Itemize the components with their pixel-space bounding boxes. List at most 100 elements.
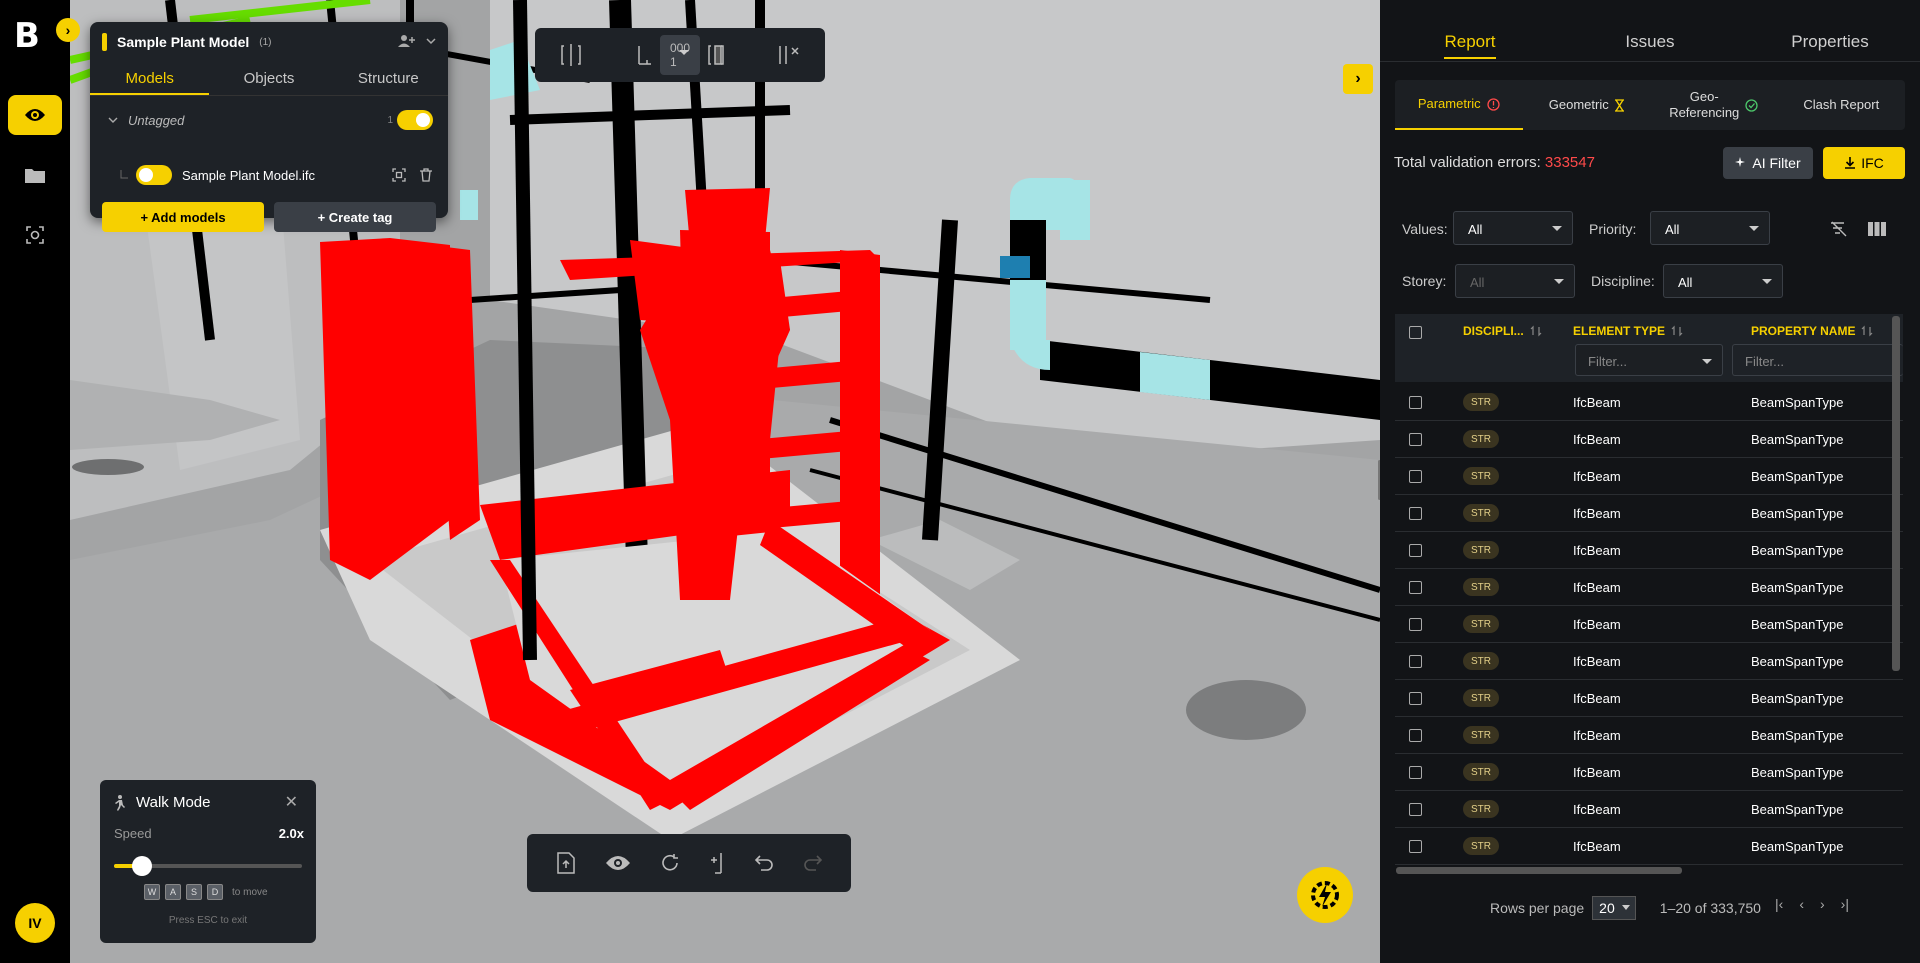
priority-filter-select[interactable]: All — [1650, 211, 1770, 245]
focus-icon[interactable] — [392, 168, 406, 182]
property-name-filter[interactable]: Filter... — [1732, 344, 1903, 376]
section-icon — [561, 44, 581, 66]
refresh-icon[interactable] — [660, 853, 680, 873]
share-user-icon[interactable] — [398, 34, 416, 48]
table-row[interactable]: STR IfcBeam BeamSpanType — [1395, 643, 1903, 680]
table-row[interactable]: STR IfcBeam BeamSpanType — [1395, 680, 1903, 717]
collapse-sidebar-button[interactable]: › — [56, 18, 80, 42]
file-visibility-toggle[interactable] — [136, 165, 172, 185]
columns-icon[interactable] — [1868, 222, 1886, 236]
model-file-row[interactable]: Sample Plant Model.ifc — [120, 163, 438, 187]
values-filter-select[interactable]: All — [1453, 211, 1573, 245]
ai-filter-label: AI Filter — [1752, 155, 1801, 171]
clip-tool-button[interactable] — [696, 35, 736, 75]
select-all-checkbox[interactable] — [1409, 326, 1422, 339]
export-file-icon[interactable] — [556, 852, 576, 874]
sort-icon[interactable] — [1671, 325, 1683, 337]
row-checkbox[interactable] — [1409, 543, 1422, 557]
walk-icon[interactable] — [709, 852, 725, 874]
subtab-geometric[interactable]: Geometric — [1523, 80, 1651, 130]
table-header: DISCIPLI... ELEMENT TYPE PROPERTY NAME F… — [1395, 314, 1903, 382]
subtab-geo-referencing[interactable]: Geo- Referencing — [1650, 80, 1778, 130]
group-visibility-toggle[interactable] — [397, 110, 433, 130]
tab-models[interactable]: Models — [90, 66, 210, 95]
table-vertical-scrollbar[interactable] — [1892, 316, 1900, 671]
row-checkbox[interactable] — [1409, 728, 1422, 742]
section-tool-button[interactable] — [551, 35, 591, 75]
tab-structure[interactable]: Structure — [329, 66, 448, 95]
table-row[interactable]: STR IfcBeam BeamSpanType — [1395, 421, 1903, 458]
row-checkbox[interactable] — [1409, 765, 1422, 779]
row-checkbox[interactable] — [1409, 839, 1422, 853]
close-icon[interactable]: ✕ — [285, 792, 298, 812]
property-name-cell: BeamSpanType — [1751, 505, 1844, 521]
user-avatar[interactable]: IV — [15, 903, 55, 943]
total-errors-value: 333547 — [1544, 154, 1595, 171]
chevron-down-icon[interactable] — [426, 34, 436, 48]
redo-icon[interactable] — [803, 854, 823, 872]
row-checkbox[interactable] — [1409, 691, 1422, 705]
subtab-clash-report[interactable]: Clash Report — [1778, 80, 1906, 130]
column-discipline[interactable]: DISCIPLI... — [1463, 324, 1542, 338]
tab-properties[interactable]: Properties — [1740, 0, 1920, 61]
table-row[interactable]: STR IfcBeam BeamSpanType — [1395, 828, 1903, 865]
speed-slider[interactable] — [114, 856, 302, 876]
subtab-parametric[interactable]: Parametric — [1395, 80, 1523, 130]
row-checkbox[interactable] — [1409, 395, 1422, 409]
export-ifc-button[interactable]: IFC — [1823, 147, 1905, 179]
ai-filter-button[interactable]: AI Filter — [1723, 147, 1813, 179]
chevron-down-icon[interactable] — [108, 115, 118, 125]
speed-slider-handle[interactable] — [132, 856, 153, 876]
table-row[interactable]: STR IfcBeam BeamSpanType — [1395, 532, 1903, 569]
rows-per-page-select[interactable]: 20 — [1592, 896, 1636, 920]
expand-panel-button[interactable]: › — [1343, 64, 1373, 94]
row-checkbox[interactable] — [1409, 617, 1422, 631]
table-row[interactable]: STR IfcBeam BeamSpanType — [1395, 384, 1903, 421]
table-row[interactable]: STR IfcBeam BeamSpanType — [1395, 717, 1903, 754]
table-row[interactable]: STR IfcBeam BeamSpanType — [1395, 495, 1903, 532]
tag-group-untagged[interactable]: Untagged 1 — [108, 108, 433, 132]
trash-icon[interactable] — [420, 168, 432, 182]
table-row[interactable]: STR IfcBeam BeamSpanType — [1395, 606, 1903, 643]
ai-assistant-button[interactable] — [1297, 867, 1353, 923]
storey-filter-select[interactable]: All — [1455, 264, 1575, 298]
tab-issues[interactable]: Issues — [1560, 0, 1740, 61]
measure-tool-button[interactable] — [624, 35, 664, 75]
scan-nav-button[interactable] — [8, 215, 62, 255]
last-page-icon[interactable]: ›| — [1841, 896, 1849, 912]
add-models-button[interactable]: + Add models — [102, 202, 264, 232]
sort-icon[interactable] — [1861, 325, 1873, 337]
table-row[interactable]: STR IfcBeam BeamSpanType — [1395, 791, 1903, 828]
element-type-filter[interactable]: Filter... — [1575, 344, 1723, 376]
table-row[interactable]: STR IfcBeam BeamSpanType — [1395, 569, 1903, 606]
next-page-icon[interactable]: › — [1820, 896, 1825, 912]
row-checkbox[interactable] — [1409, 654, 1422, 668]
table-row[interactable]: STR IfcBeam BeamSpanType — [1395, 458, 1903, 495]
create-tag-button[interactable]: + Create tag — [274, 202, 436, 232]
row-checkbox[interactable] — [1409, 432, 1422, 446]
row-checkbox[interactable] — [1409, 802, 1422, 816]
column-element-type[interactable]: ELEMENT TYPE — [1573, 324, 1683, 338]
sort-icon[interactable] — [1530, 325, 1542, 337]
table-row[interactable]: STR IfcBeam BeamSpanType — [1395, 754, 1903, 791]
table-horizontal-scrollbar[interactable] — [1396, 867, 1682, 874]
view-nav-button[interactable] — [8, 95, 62, 135]
tab-report-label: Report — [1444, 32, 1496, 59]
tab-objects[interactable]: Objects — [209, 66, 328, 95]
grid-tool-button[interactable]: 000 1 — [660, 35, 700, 75]
tab-report[interactable]: Report — [1380, 0, 1560, 61]
discipline-filter-select[interactable]: All — [1663, 264, 1783, 298]
undo-icon[interactable] — [754, 854, 774, 872]
row-checkbox[interactable] — [1409, 580, 1422, 594]
prev-page-icon[interactable]: ‹ — [1799, 896, 1804, 912]
column-property-name[interactable]: PROPERTY NAME — [1751, 324, 1873, 338]
files-nav-button[interactable] — [8, 155, 62, 195]
first-page-icon[interactable]: |‹ — [1775, 896, 1783, 912]
tab-properties-label: Properties — [1791, 32, 1869, 51]
clear-clip-button[interactable] — [769, 35, 809, 75]
clear-filter-icon[interactable] — [1830, 221, 1848, 237]
row-checkbox[interactable] — [1409, 469, 1422, 483]
row-checkbox[interactable] — [1409, 506, 1422, 520]
property-name-cell: BeamSpanType — [1751, 542, 1844, 558]
eye-icon[interactable] — [605, 854, 631, 872]
